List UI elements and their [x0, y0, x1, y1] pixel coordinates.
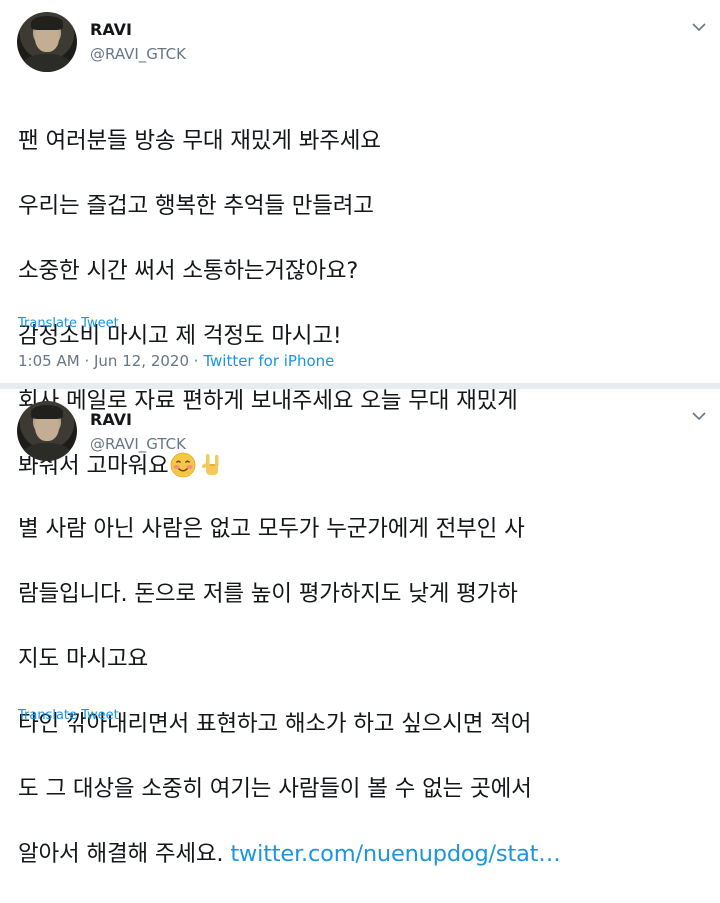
tweet-line: 우리는 즐겁고 행복한 추억들 만들려고: [18, 192, 374, 219]
tweet-meta: 1:05 AM · Jun 12, 2020 · Twitter for iPh…: [18, 352, 334, 370]
tweet-text: 별 사람 아닌 사람은 없고 모두가 누군가에게 전부인 사 람들입니다. 돈으…: [18, 480, 708, 903]
chevron-down-icon[interactable]: [692, 411, 706, 421]
translate-tweet-link[interactable]: Translate Tweet: [18, 316, 119, 331]
user-handle[interactable]: @RAVI_GTCK: [90, 45, 186, 63]
tweet-card-2[interactable]: RAVI @RAVI_GTCK 별 사람 아닌 사람은 없고 모두가 누군가에게…: [0, 389, 720, 867]
tweet-line-text: 알아서 해결해 주세요.: [18, 840, 224, 867]
tweet-line: 별 사람 아닌 사람은 없고 모두가 누군가에게 전부인 사: [18, 515, 525, 542]
tweet-line: 람들입니다. 돈으로 저를 높이 평가하지도 낮게 평가하: [18, 580, 518, 607]
tweet-source-link[interactable]: Twitter for iPhone: [203, 352, 334, 370]
tweet-date[interactable]: Jun 12, 2020: [94, 352, 189, 370]
tweet-line: 소중한 시간 써서 소통하는거잖아요?: [18, 257, 359, 284]
avatar[interactable]: [17, 12, 77, 72]
tweet-line: 타인 깎아내리면서 표현하고 해소가 하고 싶으시면 적어: [18, 710, 532, 737]
tweet-line: 감정소비 마시고 제 걱정도 마시고!: [18, 322, 342, 349]
tweet-line: 도 그 대상을 소중히 여기는 사람들이 볼 수 없는 곳에서: [18, 775, 532, 802]
meta-separator: ·: [84, 352, 94, 370]
avatar[interactable]: [17, 401, 77, 461]
tweet-line: 팬 여러분들 방송 무대 재밌게 봐주세요: [18, 127, 381, 154]
meta-separator: ·: [193, 352, 204, 370]
tweet-line-last: 알아서 해결해 주세요. twitter.com/nuenupdog/stat…: [18, 838, 708, 871]
display-name[interactable]: RAVI: [90, 20, 132, 39]
tweet-link[interactable]: twitter.com/nuenupdog/stat…: [230, 841, 560, 867]
display-name[interactable]: RAVI: [90, 410, 132, 429]
tweet-card-1[interactable]: RAVI @RAVI_GTCK 팬 여러분들 방송 무대 재밌게 봐주세요 우리…: [0, 0, 720, 479]
translate-tweet-link[interactable]: Translate Tweet: [18, 708, 119, 723]
tweet-line: 지도 마시고요: [18, 645, 148, 672]
user-handle[interactable]: @RAVI_GTCK: [90, 435, 186, 453]
chevron-down-icon[interactable]: [692, 22, 706, 32]
tweet-time[interactable]: 1:05 AM: [18, 352, 80, 370]
